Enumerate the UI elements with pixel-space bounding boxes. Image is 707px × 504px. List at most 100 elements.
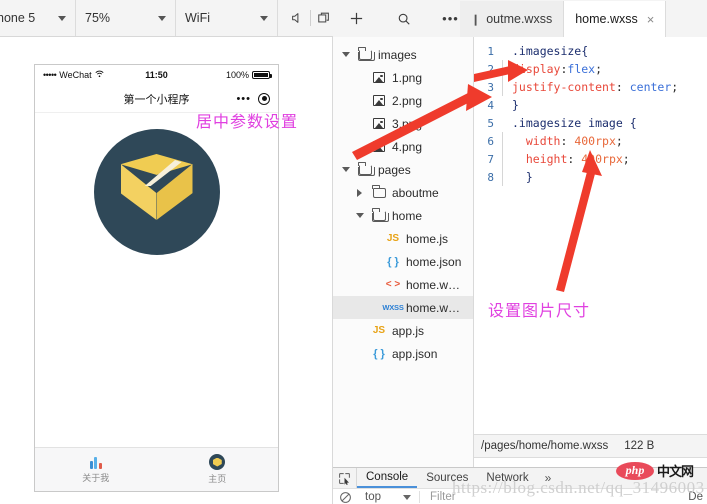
code-text: display:flex;	[512, 62, 602, 76]
folder-open-icon	[357, 161, 375, 176]
code-line[interactable]: 3 justify-content: center;	[474, 78, 707, 96]
close-icon[interactable]: ×	[647, 12, 655, 27]
more-dots-icon[interactable]: •••	[236, 93, 251, 105]
chevron-down-icon[interactable]	[339, 52, 352, 57]
tree-item[interactable]: images	[333, 43, 473, 66]
tree-item-label: app.json	[392, 346, 438, 361]
editor-tab-aboutme-wxss[interactable]: ❙ outme.wxss	[460, 1, 565, 37]
phone-tab-aboutme[interactable]: 关于我	[35, 456, 157, 484]
annotation-image-size: 设置图片尺寸	[488, 303, 591, 320]
tree-item[interactable]: WXSS home.w…	[333, 296, 473, 319]
code-line[interactable]: 6 width: 400rpx;	[474, 132, 707, 150]
code-token: 400rpx	[574, 134, 616, 148]
nav-capsule[interactable]: •••	[236, 92, 270, 105]
tree-item[interactable]: 4.png	[333, 135, 473, 158]
add-file-button[interactable]	[344, 6, 370, 32]
image-file-icon	[371, 118, 387, 129]
target-circle-icon[interactable]	[258, 92, 270, 105]
device-select-value: hone 5	[0, 11, 36, 25]
indent-guide	[502, 150, 503, 168]
chevron-down-icon	[260, 15, 268, 21]
console-filter-input[interactable]: Filter	[420, 491, 456, 503]
chevron-down-icon	[403, 494, 411, 500]
status-time: 11:50	[145, 70, 168, 80]
code-line[interactable]: 5 .imagesize image {	[474, 114, 707, 132]
status-file-path: /pages/home/home.wxss	[481, 440, 609, 452]
device-select[interactable]: hone 5	[0, 0, 76, 36]
search-icon[interactable]	[391, 6, 417, 32]
file-glyph-icon: ❙	[471, 13, 481, 26]
line-number: 7	[487, 152, 494, 166]
wxml-file-icon: < >	[385, 279, 401, 290]
image-file-icon	[371, 141, 387, 152]
code-token: 400rpx	[581, 152, 623, 166]
code-editor[interactable]: 1 .imagesize{2 display:flex; 3 justify-conte…	[474, 37, 707, 434]
phone-content	[35, 113, 278, 447]
code-token: justify-content	[512, 80, 616, 94]
tree-item[interactable]: aboutme	[333, 181, 473, 204]
tree-item[interactable]: { } app.json	[333, 342, 473, 365]
code-line[interactable]: 1 .imagesize{	[474, 42, 707, 60]
phone-status-bar: ••••• WeChat 11:50 100%	[35, 65, 278, 85]
console-context-value: top	[365, 491, 381, 503]
code-line[interactable]: 8 }	[474, 168, 707, 186]
line-number: 5	[487, 116, 494, 130]
tree-item[interactable]: 1.png	[333, 66, 473, 89]
console-context-select[interactable]: top	[357, 491, 420, 503]
speaker-mute-icon[interactable]	[284, 5, 310, 31]
battery-icon	[252, 71, 272, 79]
clear-console-icon[interactable]	[333, 491, 357, 504]
tree-item-label: home.w…	[406, 300, 461, 315]
tree-item[interactable]: 3.png	[333, 112, 473, 135]
tree-item[interactable]: { } home.json	[333, 250, 473, 273]
phone-tab-label: 主页	[208, 474, 227, 484]
explorer-toolbar: •••	[333, 0, 474, 37]
editor-tabbar: ❙ outme.wxss home.wxss ×	[460, 0, 707, 37]
tree-item-label: pages	[378, 162, 411, 177]
code-text: }	[512, 170, 533, 184]
phone-tabbar: 关于我 主页	[35, 447, 278, 491]
chevron-down-icon	[158, 15, 166, 21]
phone-tab-label: 关于我	[82, 472, 110, 483]
code-line[interactable]: 2 display:flex;	[474, 60, 707, 78]
tree-item[interactable]: < > home.w…	[333, 273, 473, 296]
phone-tab-home[interactable]: 主页	[157, 454, 279, 485]
tree-item[interactable]: home	[333, 204, 473, 227]
chevron-down-icon[interactable]	[353, 213, 366, 218]
folder-open-icon	[357, 46, 375, 61]
network-select[interactable]: WiFi	[176, 0, 278, 36]
editor-tab-home-wxss[interactable]: home.wxss ×	[564, 1, 667, 37]
inspect-element-icon[interactable]	[333, 468, 357, 488]
code-token: width	[512, 134, 561, 148]
chevron-right-icon[interactable]	[353, 188, 366, 197]
code-text: justify-content: center;	[512, 80, 678, 94]
js-file-icon: JS	[386, 233, 400, 244]
zoom-select[interactable]: 75%	[76, 0, 176, 36]
status-file-size: 122 B	[624, 440, 655, 452]
tree-item-label: home	[392, 208, 423, 223]
tree-item-label: 3.png	[392, 116, 423, 131]
network-select-value: WiFi	[185, 11, 210, 25]
code-line[interactable]: 4}	[474, 96, 707, 114]
tree-item-label: home.js	[406, 231, 449, 246]
code-token: }	[512, 170, 533, 184]
code-token: {	[622, 116, 637, 130]
tree-item[interactable]: pages	[333, 158, 473, 181]
tree-item[interactable]: JS app.js	[333, 319, 473, 342]
code-line[interactable]: 7 height: 400rpx;	[474, 150, 707, 168]
tree-item-label: 2.png	[392, 93, 423, 108]
tree-item-label: images	[378, 47, 417, 62]
tree-item[interactable]: JS home.js	[333, 227, 473, 250]
tree-item-label: 4.png	[392, 139, 423, 154]
code-token: .imagesize image	[512, 116, 623, 130]
indent-guide	[502, 78, 503, 96]
zoom-select-value: 75%	[85, 11, 111, 25]
code-text: width: 400rpx;	[512, 134, 623, 148]
tree-item[interactable]: 2.png	[333, 89, 473, 112]
file-tree: images 1.png 2.png 3.png 4.png pages aboutme ho…	[333, 37, 474, 467]
watermark-url: https://blog.csdn.net/qq_31496003	[452, 478, 705, 497]
chevron-down-icon[interactable]	[339, 167, 352, 172]
tab-console[interactable]: Console	[357, 468, 418, 488]
code-text: .imagesize{	[512, 44, 588, 58]
indent-guide	[502, 132, 503, 150]
